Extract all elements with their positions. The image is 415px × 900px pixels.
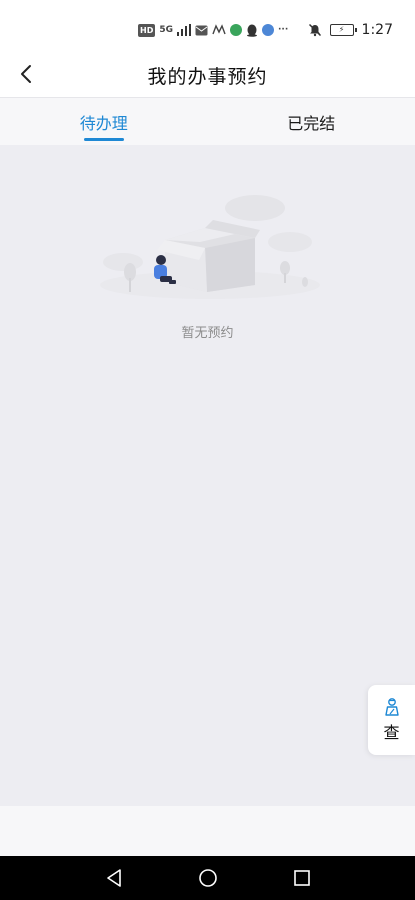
tab-completed[interactable]: 已完结 bbox=[208, 98, 415, 145]
tab-bar: 待办理 已完结 bbox=[0, 98, 415, 145]
hd-indicator: HD bbox=[138, 23, 156, 37]
tab-pending[interactable]: 待办理 bbox=[0, 98, 208, 145]
nav-back-button[interactable] bbox=[102, 866, 126, 890]
square-recents-icon bbox=[293, 870, 310, 886]
signal-icon bbox=[177, 24, 191, 36]
mute-bell-icon bbox=[308, 23, 321, 37]
active-tab-indicator bbox=[83, 138, 124, 141]
circle-home-icon bbox=[198, 869, 217, 887]
app-icon-game bbox=[212, 24, 226, 35]
status-icons-right: ⚡ 1:27 bbox=[308, 21, 393, 39]
page-title: 我的办事预约 bbox=[147, 66, 268, 88]
status-bar: HD 5G ··· ⚡ 1:27 bbox=[0, 0, 415, 52]
tab-pending-label: 待办理 bbox=[79, 113, 128, 133]
status-icons-left: HD 5G ··· bbox=[138, 22, 288, 38]
bottom-strip bbox=[0, 806, 415, 856]
empty-box-illustration bbox=[100, 195, 320, 299]
more-notifications-icon: ··· bbox=[278, 25, 289, 35]
clock: 1:27 bbox=[361, 22, 393, 38]
system-navigation-bar bbox=[0, 856, 415, 900]
nav-recents-button[interactable] bbox=[290, 866, 314, 890]
navigation-header: 我的办事预约 bbox=[0, 52, 415, 98]
app-icon-green bbox=[230, 24, 242, 36]
qq-icon bbox=[247, 24, 257, 37]
nav-home-button[interactable] bbox=[196, 866, 220, 890]
app-icon-blue bbox=[262, 24, 274, 36]
triangle-back-icon bbox=[106, 869, 121, 887]
query-float-button[interactable]: 查 bbox=[368, 685, 415, 755]
empty-state-message: 暂无预约 bbox=[181, 326, 234, 341]
network-type: 5G bbox=[159, 25, 173, 35]
tab-completed-label: 已完结 bbox=[287, 113, 336, 133]
query-person-icon bbox=[384, 698, 399, 716]
query-float-label: 查 bbox=[383, 723, 400, 742]
battery-icon: ⚡ bbox=[329, 24, 357, 36]
mail-icon bbox=[195, 25, 208, 35]
